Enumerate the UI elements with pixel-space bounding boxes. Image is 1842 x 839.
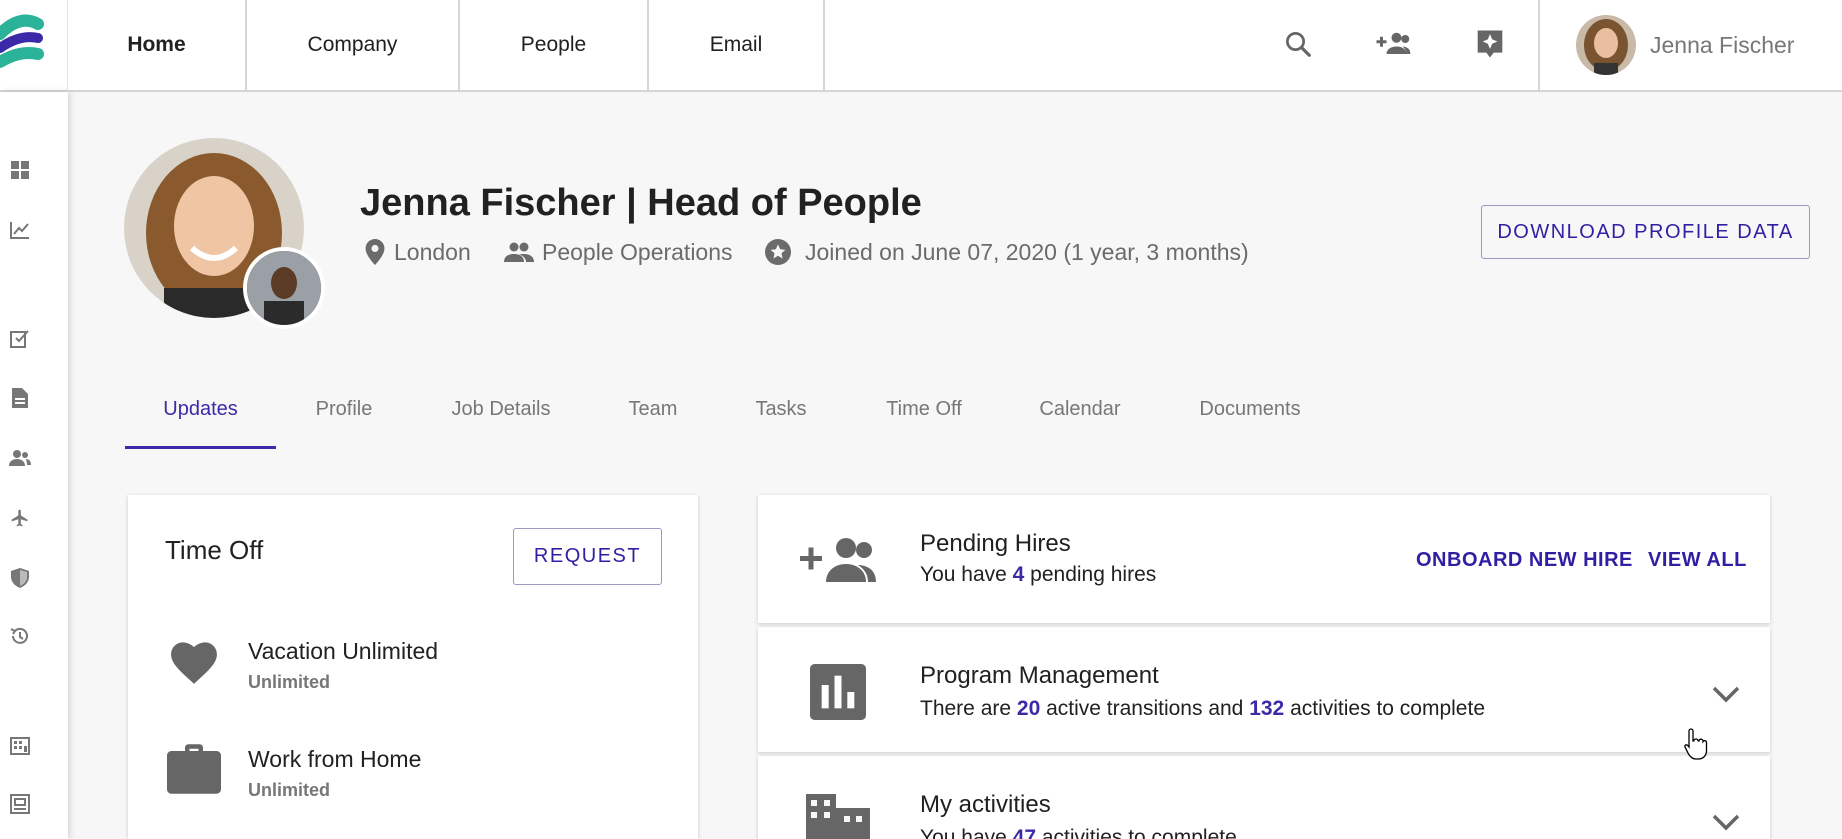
summary-text: activities to complete [1036, 826, 1237, 839]
briefcase-icon [167, 744, 221, 799]
add-people-icon [800, 536, 876, 587]
active-tab-indicator [125, 446, 276, 449]
time-off-item-sub: Unlimited [248, 780, 331, 800]
tab-label: Job Details [451, 398, 551, 420]
building-icon [806, 794, 870, 839]
tab-team[interactable]: Team [608, 398, 698, 448]
chevron-down-icon[interactable] [1708, 804, 1744, 839]
profile-joined: Joined on June 07, 2020 (1 year, 3 month… [765, 236, 1249, 268]
nav-tab-company[interactable]: Company [247, 0, 460, 90]
department-text: People Operations [542, 238, 733, 265]
profile-title: Jenna Fischer | Head of People [360, 182, 922, 224]
people-icon [504, 242, 534, 262]
app-logo[interactable] [0, 0, 68, 92]
joined-text: Joined on June 07, 2020 (1 year, 3 month… [805, 238, 1249, 265]
tab-time-off[interactable]: Time Off [866, 398, 982, 448]
tab-updates[interactable]: Updates [125, 398, 276, 448]
summary-text: There are [920, 697, 1017, 720]
tab-tasks[interactable]: Tasks [737, 398, 825, 448]
activities-count: 132 [1249, 697, 1285, 720]
user-menu[interactable]: Jenna Fischer [1538, 0, 1842, 90]
transitions-count: 20 [1016, 697, 1041, 720]
activities-count: 47 [1012, 826, 1037, 839]
pending-hires-count: 4 [1012, 563, 1025, 586]
profile-location: London [364, 236, 471, 268]
time-off-item-name: Vacation Unlimited [248, 638, 439, 664]
program-management-title: Program Management [920, 662, 1159, 689]
tab-label: Calendar [1039, 398, 1121, 420]
manager-avatar[interactable] [243, 247, 325, 329]
chevron-down-icon[interactable] [1708, 676, 1744, 712]
summary-text: pending hires [1024, 563, 1157, 586]
sparkle-icon[interactable] [1468, 22, 1512, 66]
pending-hires-title: Pending Hires [920, 530, 1071, 557]
my-activities-card[interactable] [758, 756, 1770, 839]
tab-calendar[interactable]: Calendar [1021, 398, 1139, 448]
user-name: Jenna Fischer [1650, 31, 1795, 58]
program-management-summary: There are 20 active transitions and 132 … [920, 697, 1485, 721]
nav-tab-people[interactable]: People [460, 0, 649, 90]
bar-chart-icon [810, 664, 866, 725]
analytics-icon[interactable] [8, 218, 32, 242]
hand-cursor-icon [1683, 727, 1709, 766]
pending-hires-summary: You have 4 pending hires [920, 563, 1156, 587]
tab-label: Updates [163, 398, 238, 420]
summary-text: active transitions and [1040, 697, 1250, 720]
dashboard-icon[interactable] [8, 158, 32, 182]
org-chart-icon[interactable] [8, 792, 32, 816]
left-sidebar [0, 92, 68, 839]
view-all-button[interactable]: VIEW ALL [1648, 549, 1747, 572]
summary-text: activities to complete [1284, 697, 1486, 720]
program-management-card[interactable] [758, 627, 1770, 752]
profile-department: People Operations [504, 236, 733, 268]
download-profile-data-button[interactable]: DOWNLOAD PROFILE DATA [1481, 205, 1810, 259]
summary-text: You have [920, 826, 1013, 839]
my-activities-summary: You have 47 activities to complete [920, 826, 1237, 839]
time-off-title: Time Off [165, 535, 264, 565]
time-off-item-name: Work from Home [248, 746, 422, 772]
search-icon[interactable] [1276, 22, 1320, 66]
tab-profile[interactable]: Profile [291, 398, 397, 448]
shield-icon[interactable] [8, 566, 32, 590]
nav-tab-email[interactable]: Email [649, 0, 825, 90]
tab-job-details[interactable]: Job Details [430, 398, 572, 448]
nav-tab-label: Email [709, 33, 763, 56]
nav-tab-label: People [520, 33, 587, 56]
tab-label: Profile [315, 398, 373, 420]
location-pin-icon [365, 239, 385, 265]
user-avatar [1576, 15, 1636, 75]
history-icon[interactable] [8, 624, 32, 648]
add-people-icon[interactable] [1372, 22, 1416, 66]
tab-label: Documents [1199, 398, 1301, 420]
nav-tab-label: Company [307, 33, 398, 56]
building-icon[interactable] [8, 734, 32, 758]
tab-label: Time Off [886, 398, 962, 420]
airplane-icon[interactable] [8, 506, 32, 530]
time-off-item-sub: Unlimited [248, 672, 331, 692]
nav-tab-label: Home [127, 33, 186, 56]
tab-documents[interactable]: Documents [1178, 398, 1322, 448]
summary-text: You have [920, 563, 1013, 586]
request-button[interactable]: REQUEST [513, 528, 662, 585]
people-icon[interactable] [8, 446, 32, 470]
checklist-icon[interactable] [8, 326, 32, 350]
tab-label: Team [628, 398, 678, 420]
location-text: London [394, 238, 471, 265]
onboard-new-hire-button[interactable]: ONBOARD NEW HIRE [1416, 549, 1633, 572]
tab-label: Tasks [755, 398, 807, 420]
my-activities-title: My activities [920, 791, 1051, 818]
heart-icon [167, 638, 221, 691]
nav-tab-home[interactable]: Home [68, 0, 247, 90]
star-badge-icon [765, 239, 791, 265]
top-navigation-bar: Home Company People Email Jenna Fischer [0, 0, 1842, 92]
document-icon[interactable] [8, 386, 32, 410]
